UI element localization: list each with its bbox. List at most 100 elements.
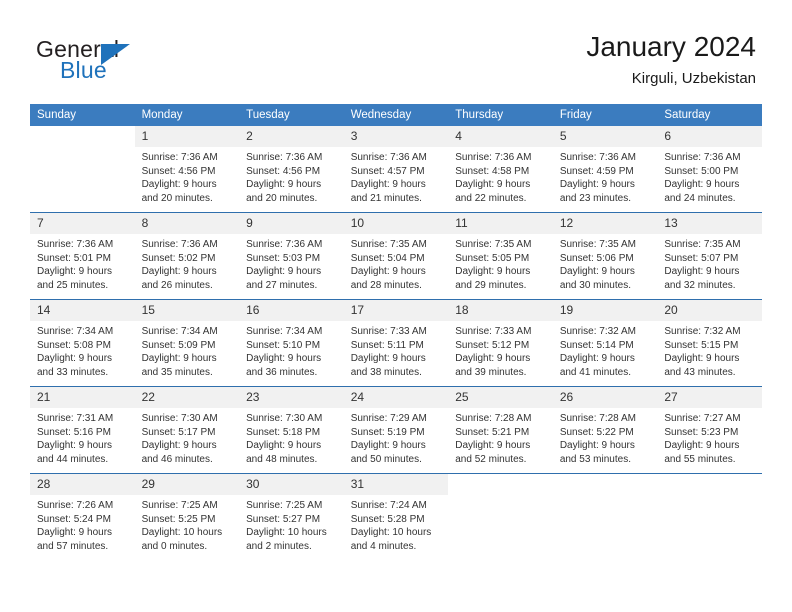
calendar-day-cell[interactable]: 3 Sunrise: 7:36 AM Sunset: 4:57 PM Daylight… [343, 126, 449, 213]
calendar-day-cell[interactable]: 26 Sunrise: 7:28 AM Sunset: 5:22 PM Dayligh… [552, 386, 658, 474]
calendar-day-cell[interactable]: 23 Sunrise: 7:30 AM Sunset: 5:18 PM Dayligh… [239, 386, 344, 474]
daylight-text-line2: and 25 minutes. [37, 279, 109, 291]
calendar-day-cell[interactable]: 14 Sunrise: 7:34 AM Sunset: 5:08 PM Dayligh… [30, 299, 135, 387]
daylight-text-line2: and 55 minutes. [664, 453, 736, 465]
day-number: 25 [448, 387, 553, 408]
sunrise-text: Sunrise: 7:36 AM [246, 239, 323, 250]
daylight-text-line2: and 53 minutes. [559, 453, 631, 465]
calendar-day-cell[interactable]: 12 Sunrise: 7:35 AM Sunset: 5:06 PM Dayligh… [552, 212, 658, 300]
calendar-grid: Sunday Monday Tuesday Wednesday Thursday… [30, 104, 762, 560]
calendar-empty-cell [657, 473, 762, 560]
daylight-text-line2: and 21 minutes. [350, 192, 422, 204]
calendar-day-cell[interactable]: 30 Sunrise: 7:25 AM Sunset: 5:27 PM Dayligh… [239, 473, 344, 560]
daylight-text-line2: and 43 minutes. [664, 366, 736, 378]
daylight-text-line2: and 48 minutes. [246, 453, 318, 465]
sunrise-text: Sunrise: 7:33 AM [350, 326, 427, 337]
day-details: Sunrise: 7:35 AM Sunset: 5:06 PM Daylight:… [553, 234, 658, 292]
daylight-text-line1: Daylight: 9 hours [37, 440, 113, 451]
calendar-day-cell[interactable]: 7 Sunrise: 7:36 AM Sunset: 5:01 PM Daylight… [30, 212, 135, 300]
daylight-text-line2: and 29 minutes. [455, 279, 527, 291]
calendar-day-cell[interactable]: 16 Sunrise: 7:34 AM Sunset: 5:10 PM Dayligh… [239, 299, 344, 387]
calendar-day-cell[interactable]: 27 Sunrise: 7:27 AM Sunset: 5:23 PM Dayligh… [657, 386, 762, 474]
day-number: 15 [134, 300, 240, 321]
daylight-text-line2: and 50 minutes. [350, 453, 422, 465]
sunrise-text: Sunrise: 7:24 AM [350, 500, 427, 511]
sunrise-text: Sunrise: 7:29 AM [350, 413, 427, 424]
sunset-text: Sunset: 5:23 PM [664, 426, 739, 438]
sunset-text: Sunset: 5:21 PM [455, 426, 530, 438]
calendar-day-cell[interactable]: 13 Sunrise: 7:35 AM Sunset: 5:07 PM Dayligh… [657, 212, 762, 300]
day-details: Sunrise: 7:35 AM Sunset: 5:05 PM Daylight:… [448, 234, 553, 292]
daylight-text-line1: Daylight: 9 hours [664, 353, 740, 364]
daylight-text-line1: Daylight: 9 hours [141, 266, 217, 277]
daylight-text-line1: Daylight: 9 hours [141, 440, 217, 451]
calendar-day-cell[interactable]: 17 Sunrise: 7:33 AM Sunset: 5:11 PM Dayligh… [343, 299, 449, 387]
calendar-day-cell[interactable]: 8 Sunrise: 7:36 AM Sunset: 5:02 PM Daylight… [134, 212, 240, 300]
calendar-day-cell[interactable]: 18 Sunrise: 7:33 AM Sunset: 5:12 PM Dayligh… [448, 299, 553, 387]
calendar-day-cell[interactable]: 5 Sunrise: 7:36 AM Sunset: 4:59 PM Daylight… [552, 126, 658, 213]
sunrise-text: Sunrise: 7:36 AM [141, 239, 218, 250]
daylight-text-line1: Daylight: 9 hours [664, 179, 740, 190]
day-number: 7 [30, 213, 135, 234]
daylight-text-line1: Daylight: 9 hours [350, 266, 426, 277]
calendar-day-cell[interactable]: 9 Sunrise: 7:36 AM Sunset: 5:03 PM Daylight… [239, 212, 344, 300]
sunrise-text: Sunrise: 7:34 AM [246, 326, 323, 337]
day-number: 21 [30, 387, 135, 408]
weekday-header-thursday: Thursday [448, 104, 553, 126]
day-number: 6 [657, 126, 762, 147]
daylight-text-line2: and 20 minutes. [141, 192, 213, 204]
day-details: Sunrise: 7:36 AM Sunset: 4:58 PM Daylight:… [448, 147, 553, 205]
day-number: 22 [134, 387, 240, 408]
calendar-day-cell[interactable]: 6 Sunrise: 7:36 AM Sunset: 5:00 PM Daylight… [657, 126, 762, 213]
daylight-text-line2: and 36 minutes. [246, 366, 318, 378]
calendar-day-cell[interactable]: 1 Sunrise: 7:36 AM Sunset: 4:56 PM Daylight… [134, 126, 240, 213]
day-number: 4 [448, 126, 553, 147]
weekday-header-tuesday: Tuesday [239, 104, 344, 126]
daylight-text-line2: and 46 minutes. [141, 453, 213, 465]
page-header: General Blue January 2024 Kirguli, Uzbek… [0, 0, 792, 100]
day-details: Sunrise: 7:28 AM Sunset: 5:22 PM Daylight:… [553, 408, 658, 466]
calendar-day-cell[interactable]: 25 Sunrise: 7:28 AM Sunset: 5:21 PM Dayligh… [448, 386, 553, 474]
calendar-day-cell[interactable]: 29 Sunrise: 7:25 AM Sunset: 5:25 PM Dayligh… [134, 473, 240, 560]
calendar-day-cell[interactable]: 31 Sunrise: 7:24 AM Sunset: 5:28 PM Dayligh… [343, 473, 449, 560]
daylight-text-line2: and 44 minutes. [37, 453, 109, 465]
day-details: Sunrise: 7:36 AM Sunset: 5:02 PM Daylight:… [135, 234, 240, 292]
calendar-day-cell[interactable]: 24 Sunrise: 7:29 AM Sunset: 5:19 PM Dayligh… [343, 386, 449, 474]
weekday-header-sunday: Sunday [30, 104, 135, 126]
daylight-text-line1: Daylight: 9 hours [37, 266, 113, 277]
day-number: 31 [343, 474, 449, 495]
day-number [552, 474, 658, 495]
calendar-day-cell[interactable]: 11 Sunrise: 7:35 AM Sunset: 5:05 PM Dayligh… [448, 212, 553, 300]
daylight-text-line1: Daylight: 9 hours [246, 179, 322, 190]
day-number: 3 [343, 126, 449, 147]
calendar-day-cell[interactable]: 19 Sunrise: 7:32 AM Sunset: 5:14 PM Dayligh… [552, 299, 658, 387]
calendar-day-cell[interactable]: 21 Sunrise: 7:31 AM Sunset: 5:16 PM Dayligh… [30, 386, 135, 474]
sunset-text: Sunset: 4:58 PM [455, 165, 530, 177]
calendar-day-cell[interactable]: 10 Sunrise: 7:35 AM Sunset: 5:04 PM Dayligh… [343, 212, 449, 300]
calendar-day-cell[interactable]: 4 Sunrise: 7:36 AM Sunset: 4:58 PM Daylight… [448, 126, 553, 213]
sunrise-text: Sunrise: 7:28 AM [559, 413, 636, 424]
day-details: Sunrise: 7:36 AM Sunset: 4:56 PM Daylight:… [239, 147, 344, 205]
calendar-day-cell[interactable]: 20 Sunrise: 7:32 AM Sunset: 5:15 PM Dayligh… [657, 299, 762, 387]
brand-logo[interactable]: General Blue [36, 36, 256, 88]
sunrise-text: Sunrise: 7:36 AM [246, 152, 323, 163]
calendar-day-cell[interactable]: 22 Sunrise: 7:30 AM Sunset: 5:17 PM Dayligh… [134, 386, 240, 474]
sunrise-text: Sunrise: 7:36 AM [350, 152, 427, 163]
calendar-day-cell[interactable]: 2 Sunrise: 7:36 AM Sunset: 4:56 PM Daylight… [239, 126, 344, 213]
calendar-day-cell[interactable]: 28 Sunrise: 7:26 AM Sunset: 5:24 PM Dayligh… [30, 473, 135, 560]
daylight-text-line1: Daylight: 9 hours [664, 440, 740, 451]
sunrise-text: Sunrise: 7:30 AM [141, 413, 218, 424]
day-details: Sunrise: 7:36 AM Sunset: 5:01 PM Daylight:… [30, 234, 135, 292]
sunrise-text: Sunrise: 7:32 AM [559, 326, 636, 337]
day-number: 1 [134, 126, 240, 147]
daylight-text-line1: Daylight: 9 hours [455, 179, 531, 190]
sunrise-text: Sunrise: 7:35 AM [455, 239, 532, 250]
day-details: Sunrise: 7:29 AM Sunset: 5:19 PM Daylight:… [344, 408, 449, 466]
calendar-day-cell[interactable]: 15 Sunrise: 7:34 AM Sunset: 5:09 PM Dayligh… [134, 299, 240, 387]
sunrise-text: Sunrise: 7:36 AM [141, 152, 218, 163]
sunset-text: Sunset: 5:01 PM [37, 252, 111, 264]
day-details: Sunrise: 7:28 AM Sunset: 5:21 PM Daylight:… [448, 408, 553, 466]
sunrise-text: Sunrise: 7:35 AM [664, 239, 741, 250]
sunrise-text: Sunrise: 7:26 AM [37, 500, 114, 511]
page-subtitle: Kirguli, Uzbekistan [631, 70, 756, 87]
